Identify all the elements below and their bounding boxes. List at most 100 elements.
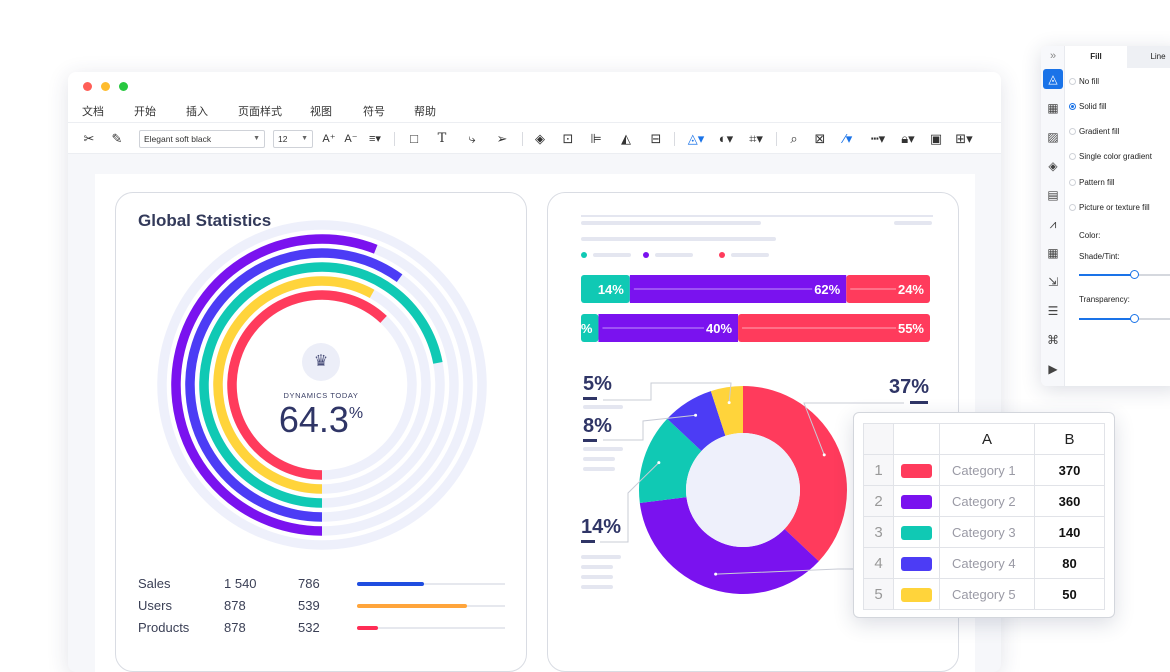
pointer-icon[interactable]: ➢ bbox=[492, 129, 512, 149]
leader-dot bbox=[694, 413, 698, 417]
image-icon[interactable]: ▨ bbox=[1043, 127, 1063, 147]
value-cell[interactable]: 360 bbox=[1034, 485, 1105, 517]
center-value-number: 64.3 bbox=[278, 399, 349, 440]
table-row[interactable]: 4 Category 4 80 bbox=[863, 547, 1105, 579]
category-cell[interactable]: Category 2 bbox=[939, 485, 1035, 517]
lock-icon[interactable]: 🔒︎▾ bbox=[896, 129, 920, 149]
font-family-select[interactable]: Elegant soft black ▼ bbox=[139, 130, 265, 148]
fit-icon[interactable]: ⌘ bbox=[1043, 330, 1063, 350]
column-header-b[interactable]: B bbox=[1034, 423, 1105, 455]
document-icon[interactable]: ▤ bbox=[1043, 185, 1063, 205]
crop-icon[interactable]: ⌗▾ bbox=[744, 129, 768, 149]
radio-icon bbox=[1069, 179, 1076, 186]
transparency-slider[interactable] bbox=[1079, 314, 1170, 323]
menu-document[interactable]: 文档 bbox=[82, 103, 104, 119]
column-header-a[interactable]: A bbox=[939, 423, 1035, 455]
find-replace-icon[interactable]: ⊠ bbox=[810, 129, 830, 149]
option-solid-fill[interactable]: Solid fill bbox=[1069, 102, 1107, 111]
category-cell[interactable]: Category 5 bbox=[939, 578, 1035, 610]
flip-icon[interactable]: ◭ bbox=[616, 129, 636, 149]
format-painter-icon[interactable]: ✎ bbox=[108, 129, 126, 149]
shade-slider-handle[interactable] bbox=[1130, 270, 1139, 279]
label-underline bbox=[581, 540, 595, 543]
legend-placeholder bbox=[655, 253, 693, 257]
option-picture-fill[interactable]: Picture or texture fill bbox=[1069, 203, 1150, 212]
decrease-font-icon[interactable]: A⁻ bbox=[342, 129, 360, 149]
category-cell[interactable]: Category 1 bbox=[939, 454, 1035, 486]
layers-icon[interactable]: ◈ bbox=[1043, 156, 1063, 176]
align-icon[interactable]: ☰ bbox=[1043, 301, 1063, 321]
swatch-cell[interactable] bbox=[893, 578, 940, 610]
menu-help[interactable]: 帮助 bbox=[414, 103, 436, 119]
tab-line[interactable]: Line bbox=[1127, 46, 1170, 68]
value-cell[interactable]: 80 bbox=[1034, 547, 1105, 579]
tab-fill[interactable]: Fill bbox=[1065, 46, 1127, 68]
collapse-panel-icon[interactable]: » bbox=[1043, 46, 1063, 66]
present-icon[interactable]: ▶ bbox=[1043, 359, 1063, 379]
option-single-color-gradient[interactable]: Single color gradient bbox=[1069, 152, 1152, 161]
menu-start[interactable]: 开始 bbox=[134, 103, 156, 119]
donut-value-label: 37% bbox=[889, 376, 929, 398]
swatch-cell[interactable] bbox=[893, 485, 940, 517]
category-cell[interactable]: Category 4 bbox=[939, 547, 1035, 579]
table-row[interactable]: 3 Category 3 140 bbox=[863, 516, 1105, 548]
more-options-icon[interactable]: ⊞▾ bbox=[952, 129, 976, 149]
align-icon[interactable]: ≡▾ bbox=[364, 129, 386, 149]
stat-label: Sales bbox=[138, 576, 171, 591]
table-row[interactable]: 5 Category 5 50 bbox=[863, 578, 1105, 610]
line-color-icon[interactable]: ⁄▾ bbox=[836, 129, 860, 149]
table-icon[interactable]: ▦ bbox=[1043, 243, 1063, 263]
group-icon[interactable]: ⊡ bbox=[558, 129, 578, 149]
drawing-canvas[interactable]: Global Statistics ♛ DYNAMICS TODAY 64.3%… bbox=[95, 174, 975, 672]
radio-icon bbox=[1069, 153, 1076, 160]
stat-value-b: 786 bbox=[298, 576, 320, 591]
stacked-bar-label: 24% bbox=[898, 282, 924, 297]
maximize-window-button[interactable] bbox=[119, 82, 128, 91]
increase-font-icon[interactable]: A⁺ bbox=[320, 129, 338, 149]
option-pattern-fill[interactable]: Pattern fill bbox=[1069, 178, 1115, 187]
stat-progress-track bbox=[357, 626, 505, 630]
menu-insert[interactable]: 插入 bbox=[186, 103, 208, 119]
frame-icon[interactable]: ⊟ bbox=[646, 129, 666, 149]
table-row[interactable]: 2 Category 2 360 bbox=[863, 485, 1105, 517]
value-cell[interactable]: 140 bbox=[1034, 516, 1105, 548]
font-size-select[interactable]: 12 ▼ bbox=[273, 130, 313, 148]
minimize-window-button[interactable] bbox=[101, 82, 110, 91]
transparency-slider-handle[interactable] bbox=[1130, 314, 1139, 323]
fit-page-icon[interactable]: ▣ bbox=[926, 129, 946, 149]
global-statistics-card[interactable]: Global Statistics ♛ DYNAMICS TODAY 64.3%… bbox=[115, 192, 527, 672]
option-gradient-fill[interactable]: Gradient fill bbox=[1069, 127, 1119, 136]
fill-color-icon[interactable]: ◬▾ bbox=[684, 129, 708, 149]
shape-style-icon[interactable]: ◐▾ bbox=[714, 129, 738, 149]
value-cell[interactable]: 50 bbox=[1034, 578, 1105, 610]
table-row[interactable]: 1 Category 1 370 bbox=[863, 454, 1105, 486]
donut-hole bbox=[686, 433, 800, 547]
swatch-cell[interactable] bbox=[893, 547, 940, 579]
text-icon[interactable]: T bbox=[432, 129, 452, 149]
leader-dot bbox=[822, 453, 826, 457]
shade-slider[interactable] bbox=[1079, 270, 1170, 279]
value-cell[interactable]: 370 bbox=[1034, 454, 1105, 486]
export-icon[interactable]: ⇲ bbox=[1043, 272, 1063, 292]
menu-page-style[interactable]: 页面样式 bbox=[238, 103, 282, 119]
swatch-cell[interactable] bbox=[893, 454, 940, 486]
close-window-button[interactable] bbox=[83, 82, 92, 91]
shade-label: Shade/Tint: bbox=[1079, 252, 1120, 261]
search-icon[interactable]: ⌕ bbox=[784, 129, 804, 149]
color-swatch bbox=[901, 525, 932, 540]
menu-symbol[interactable]: 符号 bbox=[363, 103, 385, 119]
connector-icon[interactable]: ⤷ bbox=[462, 129, 482, 149]
chart-icon[interactable]: ⩘ bbox=[1043, 214, 1063, 234]
grid-icon[interactable]: ▦ bbox=[1043, 98, 1063, 118]
rectangle-icon[interactable]: □ bbox=[404, 129, 424, 149]
fill-bucket-icon[interactable]: ◬ bbox=[1043, 69, 1063, 89]
menu-view[interactable]: 视图 bbox=[310, 103, 332, 119]
crown-icon: ♛ bbox=[302, 343, 340, 381]
layers-icon[interactable]: ◈ bbox=[530, 129, 550, 149]
option-no-fill[interactable]: No fill bbox=[1069, 77, 1099, 86]
line-style-icon[interactable]: ┅▾ bbox=[866, 129, 890, 149]
category-cell[interactable]: Category 3 bbox=[939, 516, 1035, 548]
align-left-icon[interactable]: ⊫ bbox=[586, 129, 606, 149]
swatch-cell[interactable] bbox=[893, 516, 940, 548]
cut-icon[interactable]: ✂ bbox=[80, 129, 98, 149]
